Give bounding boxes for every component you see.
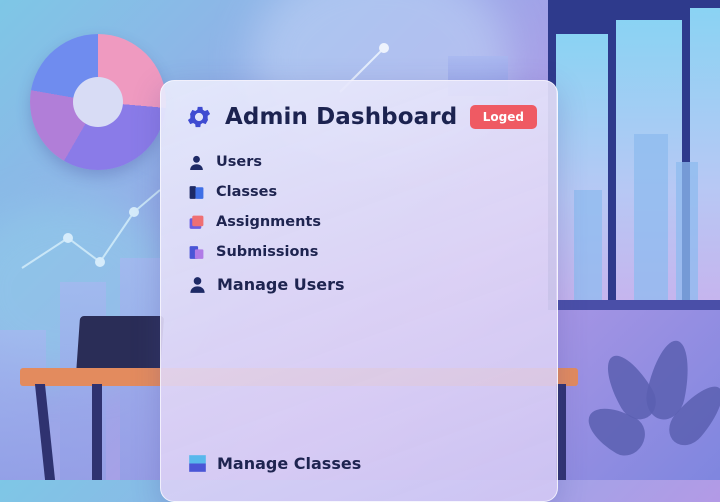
gear-icon[interactable] [185,103,213,131]
laptop-illustration [75,316,165,376]
nav-item-label: Classes [216,184,278,200]
window-sill [548,300,720,310]
manage-users-link[interactable]: Manage Users [188,275,345,294]
nav-item-label: Submissions [216,244,319,260]
assignments-icon [188,214,205,231]
manage-users-label: Manage Users [217,275,345,294]
window-illustration [548,0,720,310]
nav-item-assignments[interactable]: Assignments [188,207,321,237]
submissions-icon [188,244,205,261]
desk-leg [92,384,102,480]
pie-chart-decoration [30,34,166,170]
status-badge: Loged [469,105,537,129]
nav-item-submissions[interactable]: Submissions [188,237,321,267]
classes-icon [188,454,207,473]
page-title: Admin Dashboard [225,104,458,130]
classes-icon [188,184,205,201]
nav-menu: Users Classes Assignments Submissions [188,147,321,267]
user-icon [188,154,205,171]
nav-item-label: Users [216,154,263,170]
nav-item-users[interactable]: Users [188,147,321,177]
manage-classes-link[interactable]: Manage Classes [188,454,361,473]
panel-header: Admin Dashboard Loged [185,99,537,135]
manage-classes-label: Manage Classes [217,454,362,473]
user-icon [188,275,207,294]
nav-item-label: Assignments [216,214,321,230]
admin-dashboard-panel: Admin Dashboard Loged Users Classes Assi… [160,80,558,502]
nav-item-classes[interactable]: Classes [188,177,321,207]
